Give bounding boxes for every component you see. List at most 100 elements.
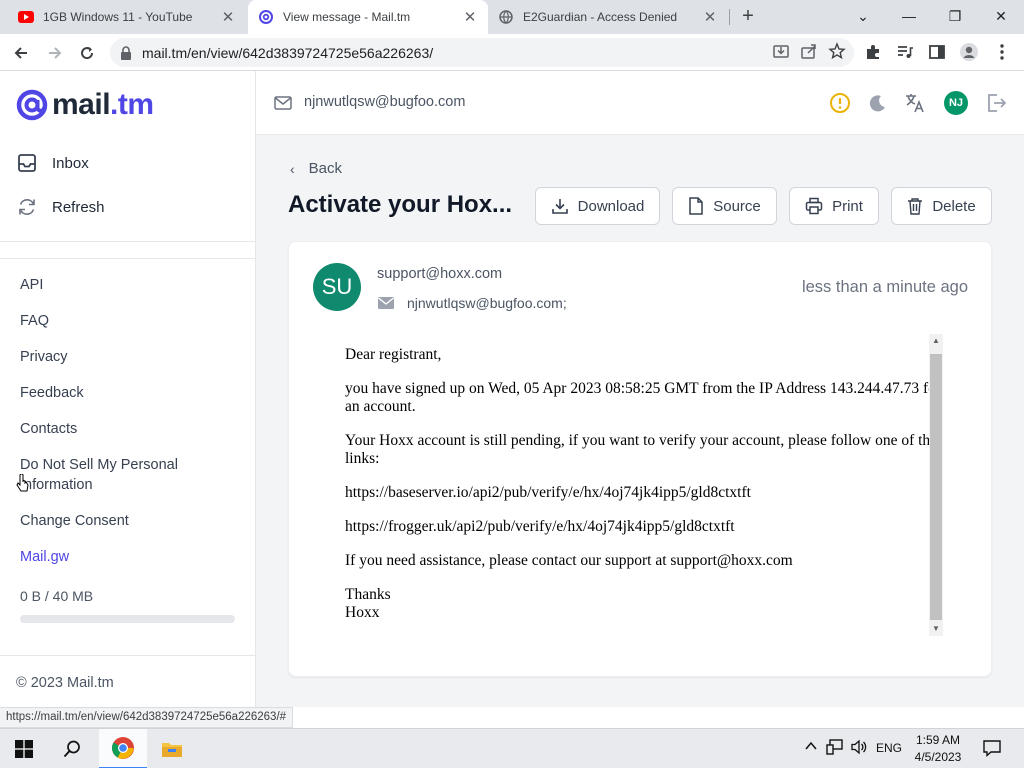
- new-tab-button[interactable]: +: [736, 5, 760, 29]
- minimize-button[interactable]: —: [886, 2, 932, 30]
- storage-quota-bar: [20, 615, 235, 623]
- received-time: less than a minute ago: [801, 278, 968, 296]
- body-paragraph: you have signed up on Wed, 05 Apr 2023 0…: [345, 380, 942, 415]
- trash-icon: [908, 198, 923, 215]
- printer-icon: [805, 197, 823, 215]
- body-paragraph: Dear registrant,: [345, 346, 442, 363]
- chrome-taskbar-icon[interactable]: [99, 729, 147, 768]
- sender-address: support@hoxx.com: [377, 266, 503, 282]
- verify-link[interactable]: https://baseserver.io/api2/pub/verify/e/…: [345, 484, 945, 502]
- recipient-address: njnwutlqsw@bugfoo.com;: [407, 295, 567, 311]
- clock-time: 1:59 AM: [915, 733, 961, 747]
- side-panel-icon[interactable]: [926, 41, 948, 63]
- mouse-cursor-icon: [16, 474, 29, 492]
- recipient-line: njnwutlqsw@bugfoo.com;: [377, 295, 567, 311]
- volume-icon[interactable]: [850, 739, 868, 758]
- chevron-left-icon: ‹: [290, 160, 295, 177]
- tab-search-button[interactable]: ⌄: [840, 2, 886, 30]
- download-icon: [551, 199, 568, 214]
- link-contacts[interactable]: Contacts: [20, 419, 77, 439]
- inbox-icon: [16, 152, 38, 174]
- account-header: njnwutlqsw@bugfoo.com NJ: [256, 71, 1024, 135]
- logo-text: mail.tm: [52, 88, 154, 122]
- translate-icon[interactable]: [903, 91, 927, 115]
- link-do-not-sell[interactable]: Do Not Sell My Personal Information: [20, 455, 210, 495]
- main-content: njnwutlqsw@bugfoo.com NJ ‹ Back Activate…: [256, 71, 1024, 707]
- system-clock[interactable]: 1:59 AM 4/5/2023: [900, 732, 976, 766]
- forward-arrow-icon[interactable]: [42, 40, 68, 66]
- sidebar-footer-divider: [0, 655, 256, 656]
- signoff-line: Thanks: [345, 586, 391, 603]
- scroll-up-arrow-icon[interactable]: ▲: [929, 334, 943, 348]
- browser-tab-strip: 1GB Windows 11 - YouTube ✕ View message …: [0, 0, 1024, 34]
- mailtm-logo[interactable]: mail.tm: [16, 88, 154, 122]
- delete-button[interactable]: Delete: [891, 187, 992, 225]
- chevron-up-icon[interactable]: [804, 739, 818, 756]
- account-address[interactable]: njnwutlqsw@bugfoo.com: [304, 94, 465, 110]
- link-privacy[interactable]: Privacy: [20, 347, 68, 367]
- address-bar[interactable]: mail.tm/en/view/642d3839724725e56a226263…: [110, 38, 854, 67]
- notifications-icon[interactable]: [982, 738, 1002, 761]
- scroll-down-arrow-icon[interactable]: ▼: [929, 622, 943, 636]
- close-window-button[interactable]: ✕: [978, 2, 1024, 30]
- user-avatar[interactable]: NJ: [944, 91, 968, 115]
- message-scrollbar[interactable]: ▲ ▼: [929, 334, 943, 636]
- kebab-menu-icon[interactable]: [991, 41, 1013, 63]
- scrollbar-thumb[interactable]: [930, 354, 942, 620]
- close-tab-icon[interactable]: ✕: [462, 8, 478, 26]
- media-controls-icon[interactable]: [894, 41, 916, 63]
- source-button[interactable]: Source: [672, 187, 777, 225]
- button-label: Delete: [932, 197, 976, 215]
- sidebar-item-refresh[interactable]: Refresh: [16, 191, 105, 223]
- button-label: Download: [577, 197, 645, 215]
- verify-link[interactable]: https://frogger.uk/api2/pub/verify/e/hx/…: [345, 518, 945, 536]
- link-api[interactable]: API: [20, 275, 43, 295]
- link-faq[interactable]: FAQ: [20, 311, 49, 331]
- browser-toolbar: mail.tm/en/view/642d3839724725e56a226263…: [0, 34, 1024, 71]
- link-mail-gw[interactable]: Mail.gw: [20, 547, 69, 567]
- print-button[interactable]: Print: [789, 187, 879, 225]
- logout-icon[interactable]: [984, 91, 1008, 115]
- browser-tab-mailtm[interactable]: View message - Mail.tm ✕: [248, 0, 488, 34]
- close-tab-icon[interactable]: ✕: [702, 8, 718, 26]
- search-icon[interactable]: [52, 729, 92, 768]
- sidebar-item-label: Inbox: [52, 154, 89, 172]
- file-explorer-icon[interactable]: [150, 729, 194, 768]
- extensions-icon[interactable]: [862, 41, 884, 63]
- globe-icon: [498, 9, 514, 25]
- back-link[interactable]: ‹ Back: [290, 160, 342, 177]
- storage-quota-text: 0 B / 40 MB: [20, 588, 94, 604]
- dark-mode-moon-icon[interactable]: [866, 91, 890, 115]
- link-feedback[interactable]: Feedback: [20, 383, 84, 403]
- reload-icon[interactable]: [74, 40, 100, 66]
- download-button[interactable]: Download: [535, 187, 660, 225]
- document-icon: [689, 197, 703, 215]
- lock-icon[interactable]: [120, 45, 132, 60]
- sidebar-item-inbox[interactable]: Inbox: [16, 147, 89, 179]
- back-label: Back: [308, 160, 343, 177]
- windows-start-icon[interactable]: [4, 729, 44, 768]
- browser-tab-youtube[interactable]: 1GB Windows 11 - YouTube ✕: [8, 0, 246, 34]
- restore-button[interactable]: ❐: [932, 2, 978, 30]
- install-app-icon[interactable]: [772, 42, 790, 63]
- message-subject: Activate your Hox...: [288, 191, 513, 218]
- bookmark-star-icon[interactable]: [828, 42, 846, 63]
- tab-title: E2Guardian - Access Denied: [523, 10, 678, 24]
- sidebar-item-label: Refresh: [52, 198, 105, 216]
- network-icon[interactable]: [826, 739, 844, 758]
- logo-prefix: mail: [52, 88, 111, 121]
- link-change-consent[interactable]: Change Consent: [20, 511, 129, 531]
- warning-icon[interactable]: [828, 91, 852, 115]
- copyright-text: © 2023 Mail.tm: [16, 675, 114, 691]
- profile-icon[interactable]: [958, 41, 980, 63]
- windows-taskbar: ENG 1:59 AM 4/5/2023: [0, 728, 1024, 768]
- close-tab-icon[interactable]: ✕: [220, 8, 236, 26]
- message-body[interactable]: Dear registrant, you have signed up on W…: [313, 334, 945, 636]
- tab-title: 1GB Windows 11 - YouTube: [43, 10, 193, 24]
- share-icon[interactable]: [800, 42, 818, 63]
- refresh-icon: [16, 196, 38, 218]
- back-arrow-icon[interactable]: [8, 40, 34, 66]
- sidebar: mail.tm Inbox Refresh API FAQ Privacy Fe…: [0, 71, 256, 707]
- browser-tab-e2guardian[interactable]: E2Guardian - Access Denied ✕: [488, 0, 728, 34]
- language-indicator[interactable]: ENG: [876, 741, 902, 755]
